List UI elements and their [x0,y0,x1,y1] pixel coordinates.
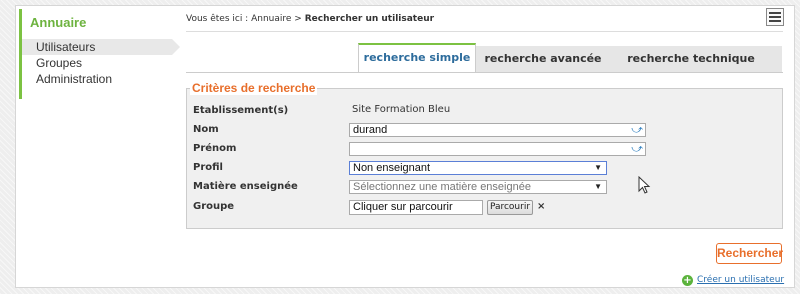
mouse-cursor-icon [638,176,651,194]
breadcrumb-separator: > [294,14,302,24]
etablissement-label: Etablissement(s) [193,105,289,116]
tab-recherche-avancee[interactable]: recherche avancée [480,46,606,72]
nom-label: Nom [193,124,219,135]
profil-label: Profil [193,162,223,173]
picker-arrow-icon[interactable]: ⤻ [631,143,643,155]
breadcrumb-parent[interactable]: Annuaire [251,14,291,24]
nom-value: durand [353,124,388,136]
search-tabs: recherche simple recherche avancée reche… [358,43,782,72]
sidebar-item-administration[interactable]: Administration [22,71,172,87]
picker-arrow-icon[interactable]: ⤻ [631,124,643,136]
chevron-down-icon: ▼ [594,163,602,172]
tab-recherche-technique[interactable]: recherche technique [612,46,770,72]
profil-select[interactable]: Non enseignant ▼ [349,161,607,175]
header-divider [186,31,783,32]
clear-groupe-icon[interactable]: × [537,201,545,212]
breadcrumb-prefix: Vous êtes ici : [186,14,249,24]
groupe-label: Groupe [193,201,235,212]
breadcrumb: Vous êtes ici : Annuaire > Rechercher un… [186,14,434,24]
parcourir-button[interactable]: Parcourir [487,200,533,215]
tab-recherche-simple[interactable]: recherche simple [358,43,476,72]
rechercher-button[interactable]: Rechercher [716,243,783,264]
sidebar-title: Annuaire [30,15,87,30]
sidebar-item-groupes[interactable]: Groupes [22,55,172,71]
sidebar-item-utilisateurs[interactable]: Utilisateurs [22,39,180,55]
breadcrumb-current: Rechercher un utilisateur [304,14,435,24]
prenom-field[interactable]: ⤻ [349,142,646,156]
matiere-placeholder: Sélectionnez une matière enseignée [353,181,531,193]
sidebar: Annuaire Utilisateurs Groupes Administra… [19,9,180,99]
criteria-legend: Critères de recherche [190,81,318,95]
nom-field[interactable]: durand ⤻ [349,123,646,137]
prenom-label: Prénom [193,143,237,154]
create-user-label: Créer un utilisateur [697,275,785,285]
chevron-down-icon: ▼ [594,182,602,191]
matiere-label: Matière enseignée [193,181,298,192]
profil-value: Non enseignant [353,162,431,174]
create-user-link[interactable]: + Créer un utilisateur [682,273,784,286]
etablissement-value: Site Formation Bleu [352,104,451,115]
matiere-select[interactable]: Sélectionnez une matière enseignée ▼ [349,180,607,194]
hamburger-menu-icon[interactable] [766,8,784,26]
groupe-input[interactable]: Cliquer sur parcourir [349,200,483,215]
panel-divider [186,72,783,73]
plus-circle-icon: + [682,274,693,286]
